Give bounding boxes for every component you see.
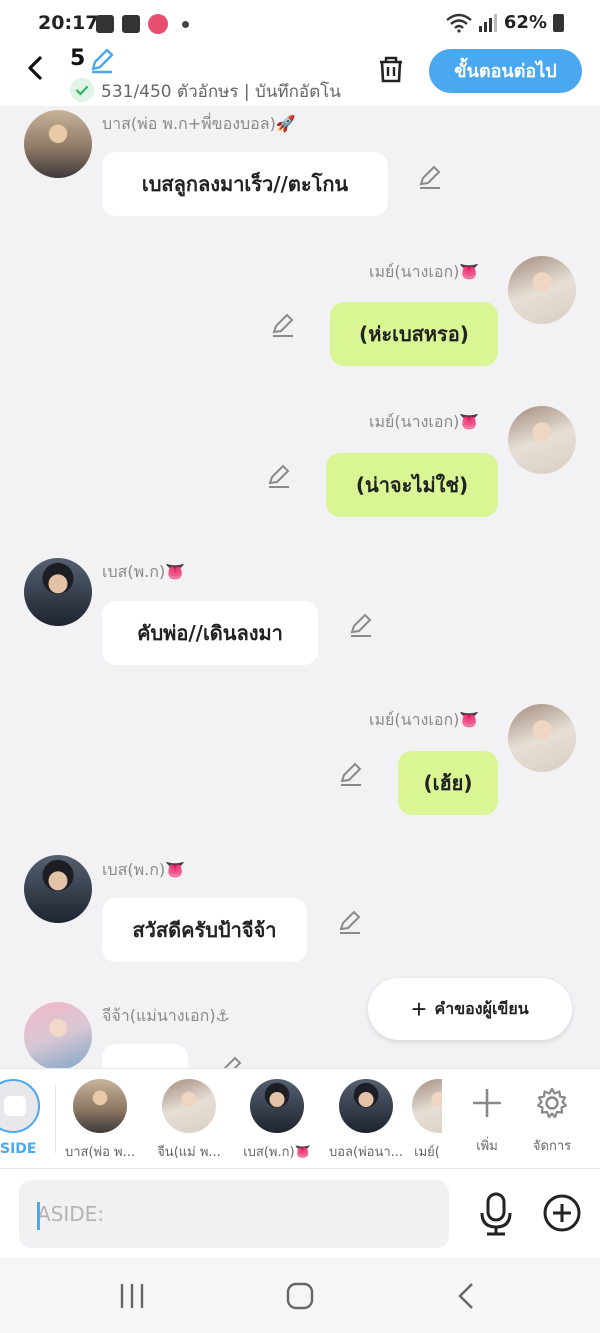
signal-icon [478,13,497,32]
aside-icon [4,1096,26,1116]
edit-message-icon[interactable] [266,463,292,489]
character-name: เมย์(นางเอก)👅 [369,262,480,281]
home-icon[interactable] [282,1278,318,1314]
character-name: เบส(พ.ก)👅 [102,562,186,581]
edit-title-icon[interactable] [88,46,116,74]
edit-message-icon[interactable] [337,909,363,935]
avatar [162,1079,216,1133]
edit-message-icon[interactable] [417,164,443,190]
character-name: บาส(พ่อ พ.ก+พี่ของบอล)🚀 [102,114,296,133]
app-notification-icon [148,14,168,34]
avatar[interactable] [508,256,576,324]
character-name: เมย์(นางเอก)👅 [369,412,480,431]
avatar[interactable] [24,855,92,923]
character-chip-label: บอล(พ่อนา... [328,1145,404,1160]
status-right: 62% [446,12,564,33]
avatar [73,1079,127,1133]
manage-label: จัดการ [532,1139,572,1154]
aside-label: SIDE [0,1141,37,1157]
add-circle-icon[interactable] [542,1193,582,1233]
avatar[interactable] [24,110,92,178]
system-back-icon[interactable] [450,1278,486,1314]
avatar[interactable] [508,406,576,474]
recent-apps-icon[interactable] [114,1278,150,1314]
edit-message-icon[interactable] [338,761,364,787]
character-chip[interactable]: จีน(แม่ พ... [149,1079,229,1162]
gallery-icon [96,15,114,33]
battery-percent: 62% [503,12,547,33]
character-chip-label: จีน(แม่ พ... [157,1145,221,1160]
author-note-button[interactable]: + คำของผู้เขียน [368,978,572,1040]
avatar [250,1079,304,1133]
back-button[interactable] [20,52,52,84]
edit-message-icon[interactable] [218,1055,244,1068]
avatar [339,1079,393,1133]
character-chip-label: เมย์( [414,1145,440,1160]
character-chip[interactable]: บาส(พ่อ พ... [60,1079,140,1162]
character-chip[interactable]: เบส(พ.ก)👅 [237,1079,317,1162]
character-name: เบส(พ.ก)👅 [102,860,186,879]
edit-message-icon[interactable] [348,612,374,638]
manage-characters-button[interactable]: จัดการ [522,1079,582,1156]
avatar[interactable] [508,704,576,772]
microphone-icon[interactable] [476,1191,516,1237]
message-bubble[interactable]: (เฮ้ย) [398,751,498,815]
divider [55,1085,56,1153]
episode-number: 5 [70,46,86,71]
text-cursor [37,1202,40,1230]
message-bubble[interactable]: คับพ่อ//เดินลงมา [102,601,318,665]
aside-button[interactable] [0,1079,40,1133]
more-notifications-icon [182,20,189,28]
message-bubble[interactable] [102,1044,188,1068]
plus-icon: + [411,994,427,1024]
message-bubble[interactable]: สวัสดีครับป้าจีจ้า [102,898,307,962]
next-step-button[interactable]: ขั้นตอนต่อไป [429,49,582,93]
add-character-button[interactable]: เพิ่ม [457,1079,517,1156]
character-chip[interactable]: บอล(พ่อนา... [326,1079,406,1162]
trash-icon[interactable] [374,52,408,86]
author-note-label: คำของผู้เขียน [434,1000,529,1018]
character-name: จีจ้า(แม่นางเอก)⚓ [102,1006,230,1025]
edit-message-icon[interactable] [270,312,296,338]
status-time: 20:17 [38,12,99,34]
avatar[interactable] [24,558,92,626]
chat-area[interactable]: บาส(พ่อ พ.ก+พี่ของบอล)🚀 เบสลูกลงมาเร็ว//… [0,106,600,1068]
avatar[interactable] [24,1002,92,1068]
add-label: เพิ่ม [476,1139,498,1154]
plus-icon [467,1083,507,1123]
avatar [412,1079,442,1133]
message-input-bar [0,1168,600,1258]
notification-icons [96,14,189,34]
character-chip-label: บาส(พ่อ พ... [64,1145,136,1160]
message-input[interactable] [19,1180,449,1248]
message-bubble[interactable]: (น่าจะไม่ใช่) [326,453,498,517]
checkbox-icon [122,15,140,33]
wifi-icon [446,13,472,33]
battery-icon [553,13,564,32]
message-bubble[interactable]: เบสลูกลงมาเร็ว//ตะโกน [102,152,388,216]
gear-icon [532,1083,572,1123]
character-tray: SIDE บาส(พ่อ พ... จีน(แม่ พ... เบส(พ.ก)👅… [0,1068,600,1168]
message-bubble[interactable]: (ห่ะเบสหรอ) [330,302,498,366]
character-chip-label: เบส(พ.ก)👅 [243,1145,311,1160]
system-nav-bar [0,1258,600,1333]
editor-header: 5 531/450 ตัวอักษร | บันทึกอัตโน ขั้นตอน… [0,40,600,106]
autosave-check-icon [70,78,94,102]
character-chip[interactable]: เมย์( [412,1079,442,1162]
character-count: 531/450 ตัวอักษร | บันทึกอัตโน [101,82,341,102]
character-name: เมย์(นางเอก)👅 [369,710,480,729]
